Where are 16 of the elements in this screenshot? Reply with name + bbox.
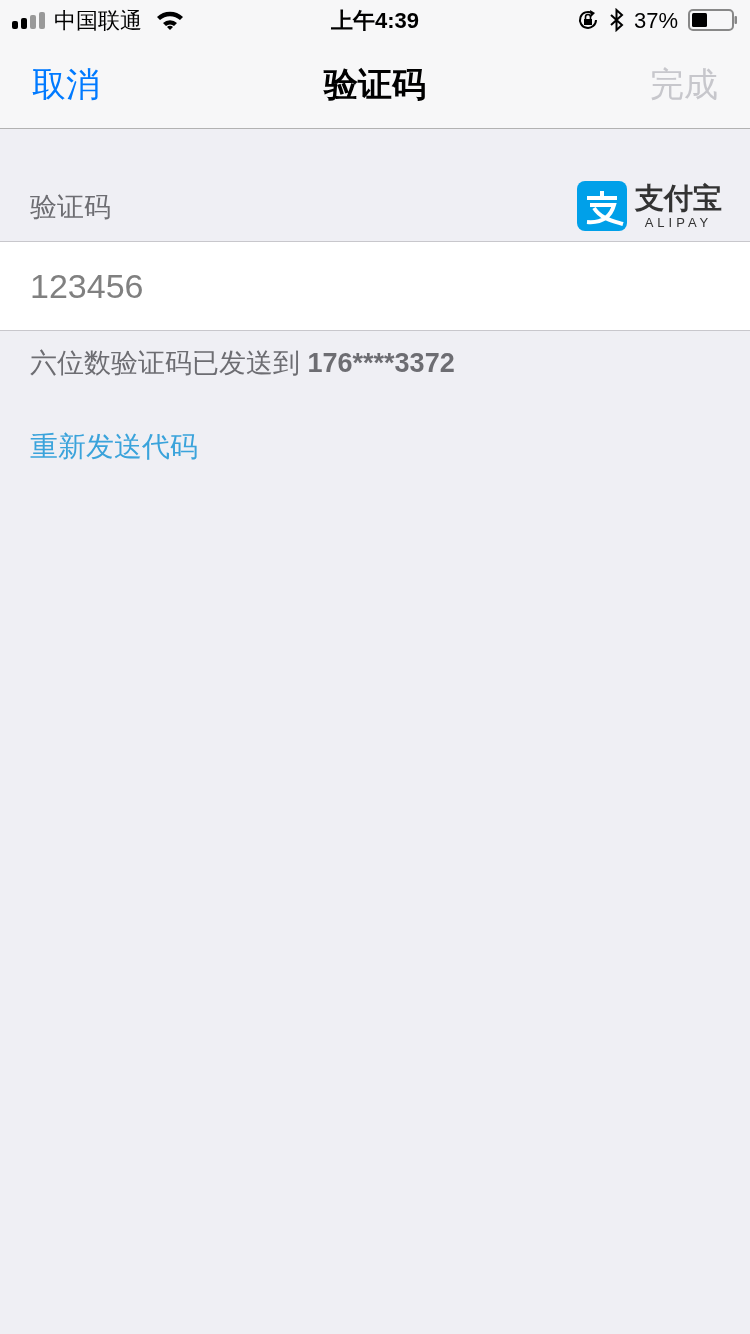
battery-percent: 37%: [633, 6, 678, 35]
carrier-name: 中国联通: [54, 6, 142, 35]
hint-text: 六位数验证码已发送到 176****3372: [30, 347, 456, 380]
logo-name: 支付宝: [635, 183, 722, 213]
resend-code-link[interactable]: 重新发送代码: [30, 425, 198, 468]
wifi-icon: [156, 10, 184, 30]
alipay-logo-icon: [577, 181, 627, 231]
signal-icon: [12, 11, 46, 29]
section-header: 验证码: [30, 190, 111, 224]
logo-subtitle: ALIPAY: [644, 215, 713, 229]
nav-title: 验证码: [324, 63, 426, 105]
battery-icon: [688, 8, 738, 32]
code-input-field[interactable]: 123456: [0, 241, 750, 331]
cancel-button[interactable]: 取消: [32, 58, 100, 110]
clock-time: 上午4:39: [331, 6, 419, 35]
bluetooth-icon: [609, 8, 624, 32]
